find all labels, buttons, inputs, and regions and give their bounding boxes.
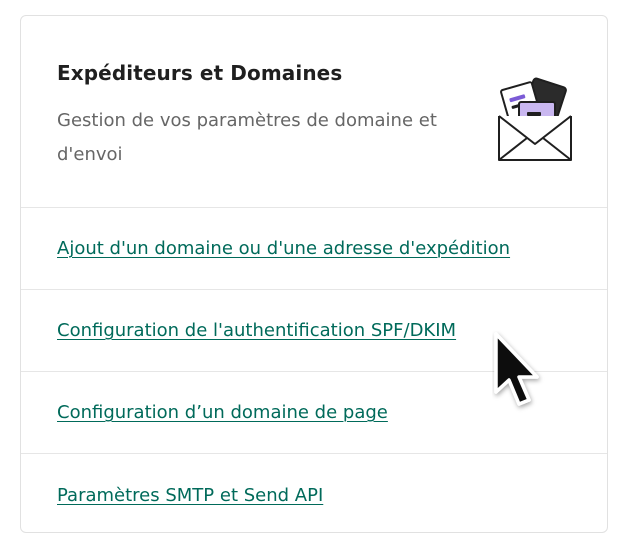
link-row-add-domain: Ajout d'un domaine ou d'une adresse d'ex… xyxy=(21,208,607,290)
page-domain-config-link[interactable]: Configuration d’un domaine de page xyxy=(57,402,388,423)
card-description: Gestion de vos paramètres de domaine et … xyxy=(57,110,437,165)
mouse-pointer-icon xyxy=(494,332,539,406)
card-header: Expéditeurs et Domaines Gestion de vos p… xyxy=(21,16,607,208)
spf-dkim-config-link[interactable]: Configuration de l'authentification SPF/… xyxy=(57,320,456,341)
smtp-send-api-link[interactable]: Paramètres SMTP et Send API xyxy=(57,485,323,506)
card-title: Expéditeurs et Domaines xyxy=(57,61,343,85)
link-row-smtp: Paramètres SMTP et Send API xyxy=(21,454,607,532)
help-card: Expéditeurs et Domaines Gestion de vos p… xyxy=(20,15,608,533)
add-domain-link[interactable]: Ajout d'un domaine ou d'une adresse d'ex… xyxy=(57,238,510,259)
envelope-with-documents-icon xyxy=(498,77,572,161)
